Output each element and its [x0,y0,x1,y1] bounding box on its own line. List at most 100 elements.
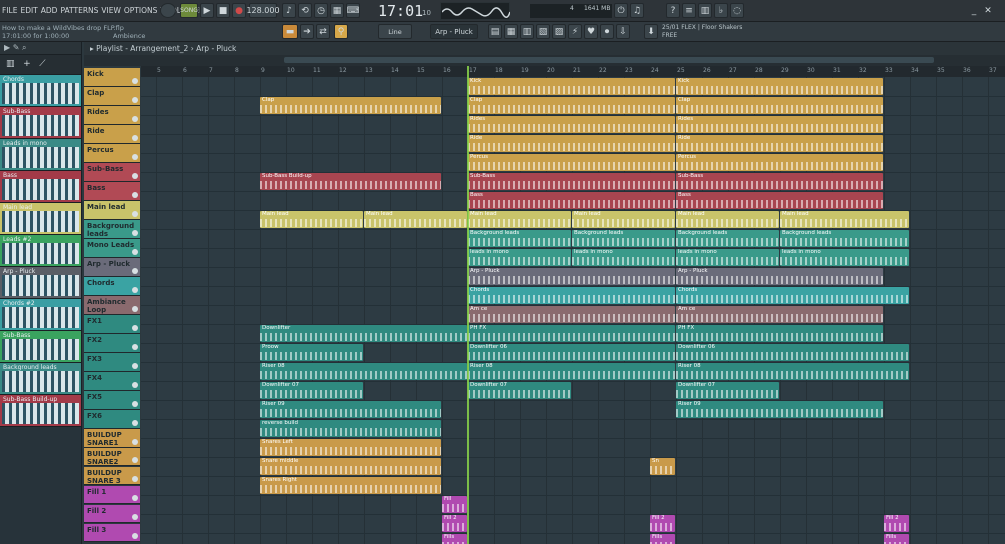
track-header[interactable]: Arp - Pluck [84,257,140,277]
power-icon[interactable]: ⏻ [614,3,628,18]
track-header[interactable]: Mono Leads [84,238,140,258]
export-icon[interactable]: ⇩ [616,24,630,39]
browser-icon[interactable]: ▨ [552,24,566,39]
pattern-clip[interactable]: Chords [676,287,909,304]
add-icon[interactable]: + [23,59,31,69]
mute-button[interactable] [132,267,138,274]
piano-roll-icon[interactable]: ▦ [504,24,518,39]
mute-button[interactable] [132,400,138,407]
channel-rack-icon[interactable]: ▧ [536,24,550,39]
pattern-clip[interactable]: Am ce [676,306,883,323]
browser-pattern-item[interactable]: Leads in mono [0,139,81,171]
pattern-clip[interactable]: Ride [676,135,883,152]
pattern-clip[interactable]: Riser 09 [676,401,883,418]
pattern-clip[interactable]: Kick [468,78,675,95]
browser-pattern-item[interactable]: Bass [0,171,81,203]
pattern-clip[interactable]: Main lead [364,211,467,228]
pattern-clip[interactable]: Percus [468,154,675,171]
pattern-clip[interactable]: Fill 2 [442,515,467,532]
pattern-clip[interactable]: Sub-Bass Build-up [260,173,441,190]
typing-keyboard-icon[interactable]: ⌨ [346,3,360,18]
pattern-clip[interactable]: Main lead [780,211,909,228]
pattern-clip[interactable]: Bass [676,192,883,209]
browser-pattern-item[interactable]: Main lead [0,203,81,235]
browser-pattern-item[interactable]: Background leads [0,363,81,395]
pattern-clip[interactable]: leads in mono [780,249,909,266]
pattern-clip[interactable]: Clap [676,97,883,114]
minimize-button[interactable]: _ [968,3,980,18]
knife-icon[interactable]: ⟋ [39,59,45,69]
pattern-clip[interactable]: Main lead [572,211,675,228]
pattern-clip[interactable]: Fills [884,534,909,544]
track-header[interactable]: FX4 [84,371,140,391]
pattern-clip[interactable]: Riser 08 [260,363,467,380]
mute-button[interactable] [132,134,138,141]
pattern-clip[interactable]: Am ce [468,306,675,323]
pattern-clip[interactable]: Downlifter 07 [468,382,571,399]
track-header[interactable]: Bass [84,181,140,201]
pattern-clip[interactable]: Arp - Pluck [676,268,883,285]
pattern-select[interactable]: Arp - Pluck [430,24,478,39]
step-edit-icon[interactable]: ▦ [330,3,344,18]
track-header[interactable]: BUILDUP SNARE1 [84,428,140,448]
mute-button[interactable] [132,210,138,217]
pattern-clip[interactable]: Sub-Bass [468,173,675,190]
pattern-clip[interactable]: Snares Left [260,439,441,456]
track-header[interactable]: BUILDUP SNARE2 [84,447,140,467]
mute-button[interactable] [132,343,138,350]
menu-view[interactable]: VIEW [101,6,121,15]
mute-button[interactable] [132,381,138,388]
news-panel[interactable]: 25/01 FLEX | Floor Shakers FREE [662,24,742,40]
arrangement-area[interactable]: Clap Sub-Bass Build-up Main lead Main lead D… [141,68,1005,544]
track-header[interactable]: Fill 3 [84,523,140,543]
mute-button[interactable] [132,419,138,426]
mute-button[interactable] [132,248,138,255]
menu-file[interactable]: FILE [2,6,17,15]
mute-button[interactable] [132,438,138,445]
mute-button[interactable] [132,362,138,369]
track-header[interactable]: Kick [84,68,140,87]
record-button[interactable]: ● [232,3,246,18]
track-header[interactable]: FX3 [84,352,140,372]
pattern-clip[interactable]: Rides [468,116,675,133]
arrow-right-icon[interactable]: ➔ [300,24,314,39]
browser-pattern-item[interactable]: Sub-Bass [0,331,81,363]
menu-arrow-icon[interactable]: ▸ [90,44,94,53]
news-icon[interactable]: ⬇ [644,24,658,39]
pattern-clip[interactable]: Downlifter [260,325,467,342]
pattern-clip[interactable]: Downlifter 06 [468,344,675,361]
pattern-clip[interactable]: PH FX [468,325,675,342]
pattern-clip[interactable]: leads in mono [572,249,675,266]
wait-input-icon[interactable]: ◷ [314,3,328,18]
pattern-clip[interactable]: Riser 08 [468,363,675,380]
track-header[interactable]: Ride [84,124,140,144]
track-header[interactable]: FX2 [84,333,140,353]
chat-icon[interactable]: ◌ [730,3,744,18]
master-volume-knob[interactable] [160,3,176,18]
record-audio-icon[interactable]: ⏺ [600,24,614,39]
track-header[interactable]: Background leads [84,219,140,239]
track-header[interactable]: Ambiance Loop [84,295,140,315]
pattern-clip[interactable]: Main lead [468,211,571,228]
snap-icon[interactable]: ▬ [282,24,298,39]
mute-button[interactable] [132,153,138,160]
pattern-clip[interactable]: PH FX [676,325,883,342]
browser-pattern-item[interactable]: Chords [0,75,81,107]
browser-pattern-item[interactable]: Leads #2 [0,235,81,267]
pattern-clip[interactable]: Clap [260,97,441,114]
mute-button[interactable] [132,457,138,464]
pattern-clip[interactable]: Rides [676,116,883,133]
channel-rack-icon[interactable]: ▥ [698,3,712,18]
mute-button[interactable] [132,96,138,103]
horizontal-scrollbar[interactable] [284,57,934,63]
track-header[interactable]: Rides [84,105,140,125]
shuffle-icon[interactable]: ⇄ [316,24,330,39]
pattern-clip[interactable]: Proow [260,344,363,361]
playlist-icon[interactable]: ▤ [488,24,502,39]
timeline-ruler[interactable]: 5 6 7 8 9 10 11 12 13 14 15 16 17 18 19 20 21 22 23 24 25 26 2… [141,66,1005,77]
pattern-clip[interactable]: Riser 08 [676,363,909,380]
pattern-clip[interactable]: Clap [468,97,675,114]
browser-pattern-item[interactable]: Chords #2 [0,299,81,331]
pattern-clip[interactable]: Fill 2 [884,515,909,532]
track-header[interactable]: Fill 1 [84,485,140,505]
